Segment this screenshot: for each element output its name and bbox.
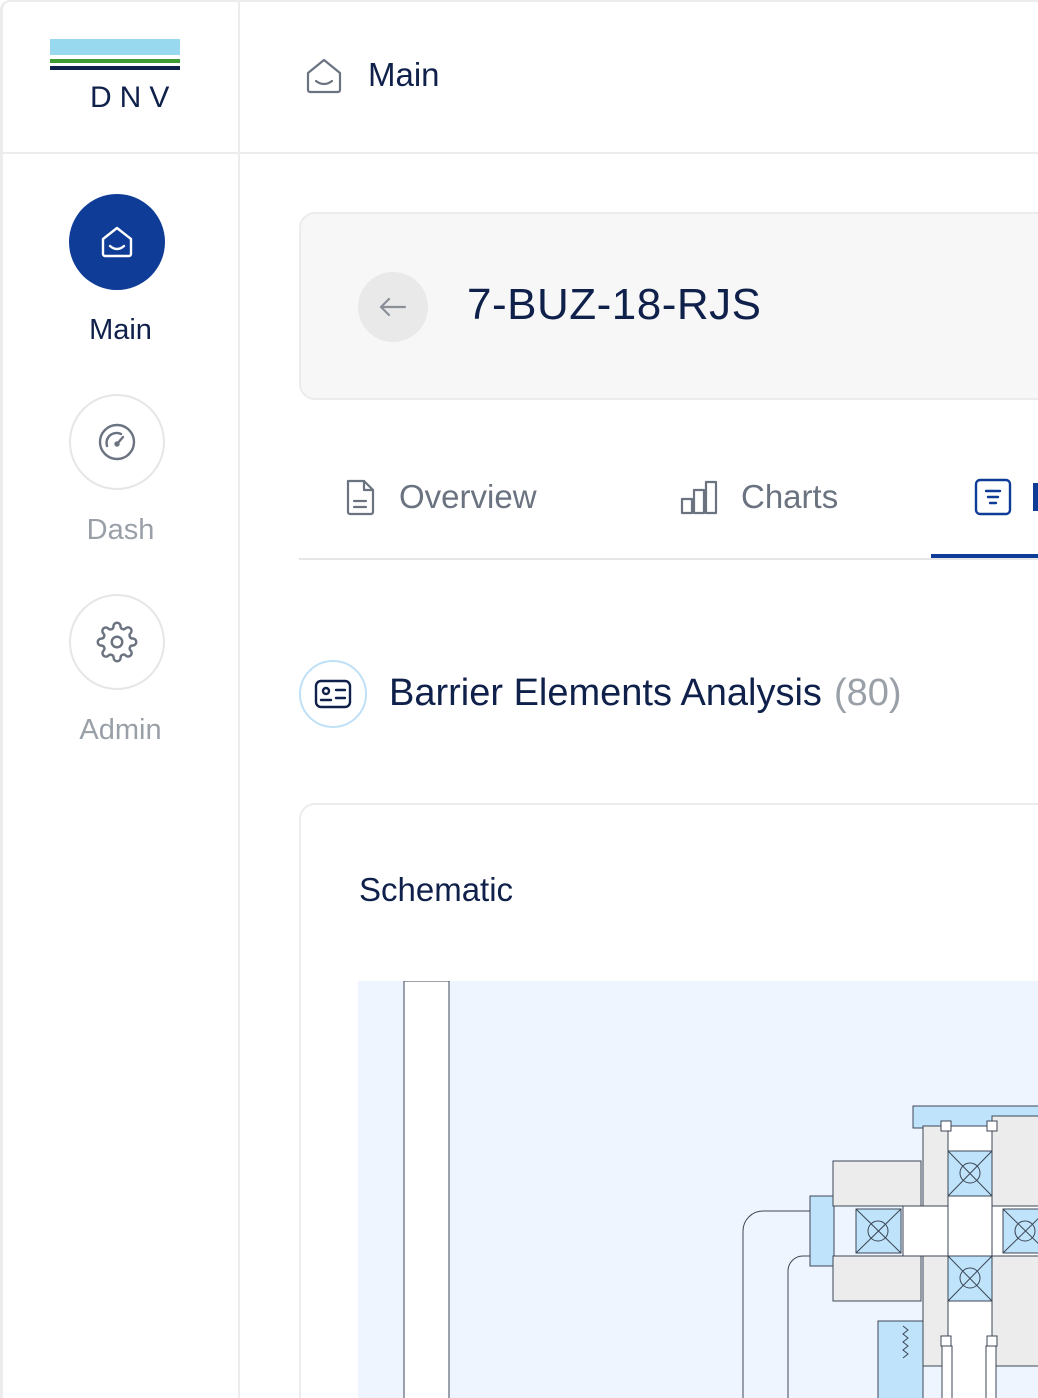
section-title-text: Barrier Elements Analysis — [389, 672, 822, 714]
section-icon-wrap — [299, 660, 367, 728]
id-card-icon — [314, 679, 352, 709]
schematic-housing — [832, 1160, 922, 1207]
schematic-blue-side — [809, 1195, 835, 1267]
arrow-left-icon — [379, 297, 407, 317]
schematic-threaded-block — [877, 1320, 924, 1398]
header-title: Main — [368, 56, 440, 93]
sidebar-item-label: Main — [89, 314, 152, 346]
back-button[interactable] — [358, 272, 428, 342]
logo-stripe-green — [50, 59, 180, 63]
sidebar-main-button[interactable] — [69, 194, 165, 290]
schematic-card: Schematic — [299, 803, 1038, 1398]
sidebar-item-label: Dash — [86, 514, 155, 546]
top-header: Main — [240, 2, 1038, 154]
home-icon — [101, 226, 133, 258]
home-icon — [306, 58, 342, 94]
section-title: Barrier Elements Analysis (80) — [389, 672, 902, 715]
list-icon — [973, 477, 1013, 517]
schematic-diagram[interactable] — [358, 981, 1038, 1398]
page-title-card: 7-BUZ-18-RJS — [299, 212, 1038, 400]
sidebar: DNV Main Dash Admin — [3, 2, 240, 1398]
bar-chart-icon — [679, 479, 719, 515]
schematic-pipe — [403, 981, 450, 1398]
gauge-icon — [98, 423, 136, 461]
logo-stripe-blue — [50, 39, 180, 55]
app-frame: DNV Main Dash Admin Main 7-BUZ-18-RJS Ov… — [0, 0, 1038, 1398]
schematic-housing — [832, 1255, 922, 1302]
sidebar-admin-button[interactable] — [69, 594, 165, 690]
sidebar-item-label: Admin — [79, 714, 162, 746]
schematic-housing — [991, 1115, 1038, 1207]
section-count: (80) — [833, 672, 902, 714]
sidebar-dash-button[interactable] — [69, 394, 165, 490]
logo-area: DNV — [3, 2, 238, 154]
schematic-housing — [991, 1255, 1038, 1367]
active-tab-indicator — [931, 554, 1038, 558]
tab-bar: Overview Charts — [299, 442, 1038, 560]
logo-stripe-navy — [50, 66, 180, 70]
tab-barriers[interactable] — [973, 472, 1038, 522]
gear-icon — [96, 621, 138, 663]
schematic-title: Schematic — [359, 871, 514, 908]
header-home-icon-wrap — [304, 56, 344, 101]
tab-charts[interactable]: Charts — [679, 472, 838, 522]
tab-label-overflow — [1033, 483, 1038, 511]
tab-label: Overview — [399, 478, 537, 515]
logo-text: DNV — [90, 81, 178, 114]
dnv-logo[interactable]: DNV — [50, 39, 180, 115]
document-icon — [343, 477, 377, 517]
tab-overview[interactable]: Overview — [343, 472, 537, 522]
page-title: 7-BUZ-18-RJS — [467, 280, 762, 329]
tab-label: Charts — [741, 478, 839, 515]
